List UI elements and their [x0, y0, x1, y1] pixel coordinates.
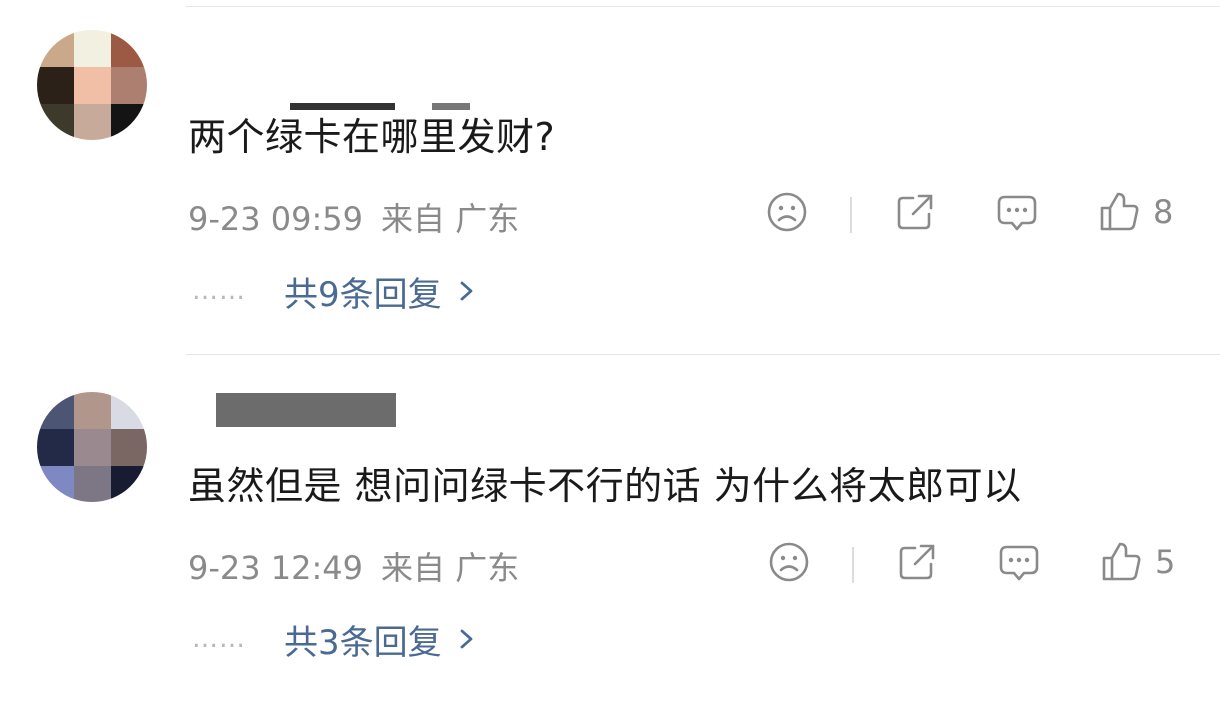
comment-button[interactable]: [997, 540, 1041, 584]
view-replies-link[interactable]: 共3条回复: [284, 615, 476, 664]
share-icon: [897, 194, 933, 230]
like-count: 5: [1155, 543, 1176, 581]
avatar[interactable]: [37, 30, 147, 140]
comment-location: 来自 广东: [381, 549, 520, 587]
comment-text: 虽然但是 想问问绿卡不行的话 为什么将太郎可以: [188, 464, 1022, 508]
sad-face-icon: [767, 192, 807, 232]
like-button[interactable]: 5: [1099, 540, 1175, 584]
chevron-right-icon: [460, 281, 473, 301]
share-button[interactable]: [893, 190, 937, 234]
reply-summary: …… 共3条回复: [192, 614, 476, 664]
comment-actions: 8: [760, 190, 1190, 240]
avatar[interactable]: [37, 392, 147, 502]
dislike-button[interactable]: [765, 190, 809, 234]
share-icon: [899, 544, 935, 580]
comment-meta: 9-23 12:49 来自 广东: [188, 543, 519, 589]
action-separator: [852, 547, 854, 583]
reply-summary: …… 共9条回复: [192, 266, 476, 316]
action-separator: [850, 197, 852, 233]
share-button[interactable]: [895, 540, 939, 584]
reply-count-label: 共3条回复: [284, 622, 442, 663]
reply-dots: ……: [192, 276, 246, 306]
comment-time: 9-23 09:59: [188, 200, 364, 238]
thumbs-up-icon: [1102, 542, 1141, 581]
top-divider: [186, 6, 1220, 7]
comment-text: 两个绿卡在哪里发财?: [188, 115, 556, 159]
chevron-right-icon: [460, 629, 473, 649]
comment-actions: 5: [760, 540, 1190, 590]
like-button[interactable]: 8: [1097, 190, 1173, 234]
comment-button[interactable]: [995, 190, 1039, 234]
comment-location: 来自 广东: [381, 200, 520, 238]
comment-icon: [997, 195, 1037, 231]
sad-face-icon: [769, 542, 809, 582]
like-count: 8: [1153, 193, 1174, 231]
comment-icon: [999, 545, 1039, 581]
comment-divider: [186, 354, 1220, 355]
reply-count-label: 共9条回复: [284, 274, 442, 315]
comment-meta: 9-23 09:59 来自 广东: [188, 194, 519, 240]
username-redacted: [216, 393, 396, 427]
view-replies-link[interactable]: 共9条回复: [284, 267, 476, 316]
reply-dots: ……: [192, 624, 246, 654]
comment-time: 9-23 12:49: [188, 549, 364, 587]
thumbs-up-icon: [1100, 192, 1139, 231]
dislike-button[interactable]: [767, 540, 811, 584]
